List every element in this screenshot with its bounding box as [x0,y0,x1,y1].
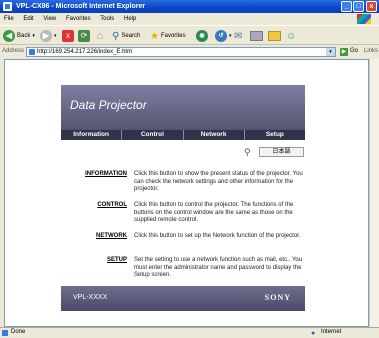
close-button[interactable]: x [366,1,377,12]
menu-tools[interactable]: Tools [100,16,114,22]
home-icon: ⌂ [96,30,104,42]
print-button[interactable] [250,29,263,43]
go-button[interactable]: Go [350,48,358,54]
nav-setup[interactable]: Setup [244,130,305,140]
status-bar: Done ● Internet [0,327,379,337]
information-description: Click this button to show the present st… [134,171,303,192]
search-icon: ⚲ [112,30,120,42]
menu-file[interactable]: File [4,16,14,22]
refresh-icon: ⟳ [78,30,90,42]
favorites-star-icon: ★ [150,30,159,42]
back-button[interactable]: ◀ Back ▾ [3,29,35,43]
web-content: Data Projector Information Control Netwo… [4,59,369,327]
nav-information[interactable]: Information [61,130,123,140]
network-link[interactable]: NETWORK [65,233,127,241]
control-description: Click this button to control the project… [134,202,294,223]
home-button[interactable]: ⌂ [94,29,106,43]
stop-icon: x [62,30,74,42]
page-title: Data Projector [70,98,147,112]
refresh-button[interactable]: ⟳ [78,29,90,43]
forward-button[interactable]: ▶ ▾ [40,29,57,43]
address-bar: Address http://169.254.217.226/index_E.h… [0,45,379,59]
ie-app-icon [3,2,12,11]
setup-link[interactable]: SETUP [65,257,127,265]
menu-view[interactable]: View [43,16,56,22]
address-input[interactable]: http://169.254.217.226/index_E.htm ▾ [26,47,336,57]
nav-control[interactable]: Control [122,130,184,140]
information-link[interactable]: INFORMATION [65,171,127,179]
folder-icon [268,31,281,41]
menu-edit[interactable]: Edit [23,16,33,22]
control-link[interactable]: CONTROL [65,202,127,210]
history-dropdown-icon[interactable]: ▾ [229,33,232,39]
status-text: Done [11,329,26,335]
search-label: Search [121,33,141,39]
forward-dropdown-icon[interactable]: ▾ [54,33,57,39]
network-description: Click this button to set up the Network … [134,233,301,239]
sony-logo: SONY [264,293,291,302]
search-button[interactable]: ⚲ Search [112,29,140,43]
links-label[interactable]: Links [364,48,378,54]
search-person-icon: ⚲ [244,147,251,157]
toolbar: ◀ Back ▾ ▶ ▾ x ⟳ ⌂ ⚲ Search ★ Favorites … [0,25,379,45]
vertical-scrollbar[interactable] [369,59,379,327]
page-header: Data Projector Information Control Netwo… [61,85,305,140]
back-dropdown-icon[interactable]: ▾ [32,33,35,39]
history-icon: ↺ [215,30,227,42]
maximize-button[interactable]: □ [353,1,364,12]
media-icon: ◉ [196,30,208,42]
mail-button[interactable]: ✉ [234,29,242,43]
address-label: Address [2,48,25,54]
history-button[interactable]: ↺ ▾ [215,29,232,43]
setup-description: Set the setting to use a network functio… [134,257,303,278]
language-row: ⚲ 日本語 [237,147,307,159]
messenger-icon: ☺ [286,30,297,42]
page-footer: VPL-XXXX SONY [61,286,305,311]
mail-icon: ✉ [234,30,243,42]
favorites-label: Favorites [160,33,186,39]
menu-favorites[interactable]: Favorites [66,16,91,22]
model-name: VPL-XXXX [73,294,108,301]
nav-network[interactable]: Network [183,130,245,140]
folder-button[interactable] [268,29,281,43]
messenger-button[interactable]: ☺ [286,29,296,43]
address-dropdown-icon[interactable]: ▾ [326,48,335,56]
print-icon [250,31,263,41]
back-arrow-icon: ◀ [3,30,15,42]
menu-help[interactable]: Help [124,16,136,22]
minimize-button[interactable]: _ [341,1,352,12]
address-url: http://169.254.217.226/index_E.htm [37,49,133,55]
title-bar: VPL-CX86 - Microsoft Internet Explorer _… [0,0,379,13]
japanese-language-button[interactable]: 日本語 [259,147,304,157]
window-title: VPL-CX86 - Microsoft Internet Explorer [16,3,146,10]
forward-arrow-icon: ▶ [40,30,52,42]
windows-flag-icon [357,14,371,24]
security-zone: Internet [321,329,342,335]
media-button[interactable]: ◉ [196,29,208,43]
favorites-button[interactable]: ★ Favorites [150,29,186,43]
menu-bar: File Edit View Favorites Tools Help [0,13,379,25]
page-status-icon [2,330,8,336]
nav-bar: Information Control Network Setup [61,130,305,140]
stop-button[interactable]: x [62,29,74,43]
back-label: Back [17,33,31,39]
page-icon [29,49,35,55]
go-arrow-icon[interactable]: ▶ [340,48,348,56]
